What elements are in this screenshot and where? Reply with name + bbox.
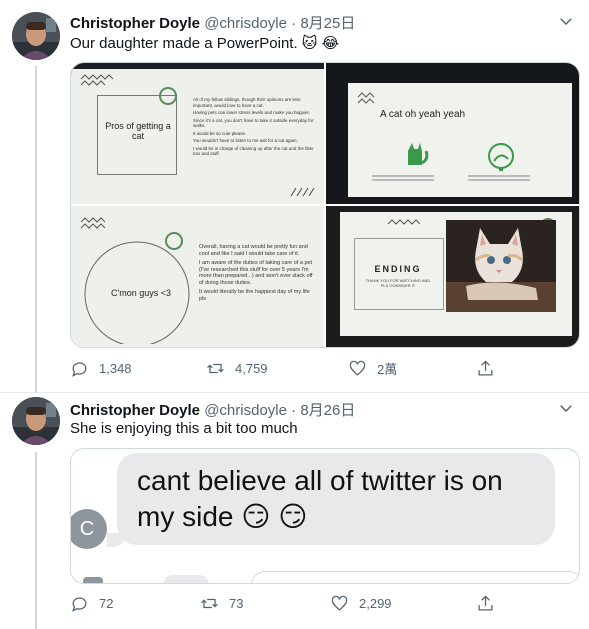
like-count: 2,299 bbox=[359, 596, 392, 611]
bullet: All of my fellow siblings, though their … bbox=[193, 97, 301, 108]
heart-icon bbox=[349, 360, 366, 376]
bullet: It would literally be the happiest day o… bbox=[199, 289, 310, 302]
photo-slide-cmon[interactable]: C'mon guys <3 Overall, having a cat woul… bbox=[71, 206, 324, 347]
tweet-text: Our daughter made a PowerPoint. 🐱 😂 bbox=[70, 35, 340, 52]
like-count: 2萬 bbox=[377, 362, 398, 377]
tweet-date[interactable]: 8月25日 bbox=[300, 15, 355, 32]
squiggle-decoration bbox=[80, 74, 114, 86]
chevron-down-icon[interactable] bbox=[557, 12, 575, 30]
photo-slide-cat[interactable]: A cat oh yeah yeah bbox=[326, 63, 579, 204]
slide-bullets: Overall, having a cat would be pretty fu… bbox=[199, 244, 317, 302]
photo-slide-ending[interactable]: ENDING THANK YOU FOR WATCHING AND PLS CO… bbox=[326, 206, 579, 347]
bullet: I would be in charge of cleaning up afte… bbox=[193, 145, 314, 157]
tweet-text: She is enjoying this a bit too much bbox=[70, 420, 298, 437]
share-icon bbox=[478, 595, 493, 611]
separator-dot: · bbox=[291, 402, 297, 419]
retweet-button[interactable]: 73 bbox=[200, 594, 243, 613]
avatar[interactable] bbox=[12, 397, 60, 445]
avatar[interactable] bbox=[12, 12, 60, 60]
bullet: Overall, having a cat would be pretty fu… bbox=[199, 244, 308, 257]
squiggle-decoration bbox=[80, 217, 106, 229]
media-image[interactable]: C cant believe all of twitter is on my s… bbox=[70, 448, 580, 584]
share-button[interactable] bbox=[476, 594, 495, 613]
squiggle-decoration bbox=[387, 219, 420, 225]
cat-icon bbox=[408, 143, 429, 165]
author-handle[interactable]: @chrisdoyle bbox=[204, 15, 287, 32]
tweet[interactable]: Christopher Doyle @chrisdoyle · 8月26日 Sh… bbox=[0, 392, 589, 629]
slide-title: A cat oh yeah yeah bbox=[380, 109, 466, 120]
retweet-button[interactable]: 4,759 bbox=[206, 359, 268, 378]
message-bubble: cant believe all of twitter is on my sid… bbox=[117, 453, 555, 545]
author-name[interactable]: Christopher Doyle bbox=[70, 402, 200, 419]
bullet: I am aware of the duties of taking care … bbox=[199, 260, 313, 286]
circle-decoration bbox=[165, 232, 183, 250]
kitten-photo bbox=[446, 220, 556, 312]
tweet-date[interactable]: 8月26日 bbox=[300, 402, 355, 419]
tweet[interactable]: Christopher Doyle @chrisdoyle · 8月25日 Ou… bbox=[0, 0, 589, 393]
retweet-icon bbox=[207, 363, 224, 374]
action-bar: 72 73 2,299 bbox=[70, 594, 550, 614]
retweet-count: 4,759 bbox=[235, 361, 268, 376]
bullet: Having pets can lower stress levels and … bbox=[193, 110, 311, 115]
message-text: cant believe all of twitter is on my sid… bbox=[137, 465, 503, 532]
message-avatar: C bbox=[71, 509, 107, 549]
stripes-decoration bbox=[290, 187, 315, 197]
pet-wheel-icon bbox=[488, 143, 514, 171]
avatar-photo bbox=[12, 12, 60, 60]
bullet: You wouldn't have to listen to me ask fo… bbox=[193, 138, 298, 143]
media-grid[interactable]: Pros of getting a cat All of my fellow s… bbox=[70, 62, 580, 348]
reply-button[interactable]: 72 bbox=[70, 594, 113, 613]
bullet: Since it's a cat, you don't have to take… bbox=[193, 117, 314, 129]
photo-slide-pros[interactable]: Pros of getting a cat All of my fellow s… bbox=[71, 63, 324, 204]
slide-frame bbox=[354, 238, 444, 310]
reply-icon bbox=[72, 362, 87, 377]
slide-title: Pros of getting a cat bbox=[105, 121, 171, 141]
slide-title: C'mon guys <3 bbox=[111, 288, 171, 298]
thread-line bbox=[35, 452, 37, 629]
avatar-photo bbox=[12, 397, 60, 445]
slide-subtitle: THANK YOU FOR WATCHING AND PLS CONSIDER … bbox=[365, 278, 431, 288]
thread-line bbox=[35, 66, 37, 392]
tweet-header: Christopher Doyle @chrisdoyle · 8月25日 bbox=[70, 12, 355, 33]
separator-dot: · bbox=[291, 15, 297, 32]
retweet-icon bbox=[201, 598, 218, 609]
reply-icon bbox=[72, 597, 87, 612]
bullet: It would be so cute please. bbox=[193, 130, 247, 136]
reply-count: 1,348 bbox=[99, 361, 132, 376]
action-bar: 1,348 4,759 2萬 bbox=[70, 359, 550, 379]
heart-icon bbox=[331, 595, 348, 611]
like-button[interactable]: 2萬 bbox=[348, 359, 397, 378]
slide-bullets: All of my fellow siblings, though their … bbox=[193, 97, 317, 157]
chevron-down-icon[interactable] bbox=[557, 399, 575, 417]
tweet-header: Christopher Doyle @chrisdoyle · 8月26日 bbox=[70, 399, 355, 420]
share-button[interactable] bbox=[476, 359, 495, 378]
reply-count: 72 bbox=[99, 596, 114, 611]
reply-button[interactable]: 1,348 bbox=[70, 359, 132, 378]
retweet-count: 73 bbox=[229, 596, 244, 611]
author-name[interactable]: Christopher Doyle bbox=[70, 15, 200, 32]
author-handle[interactable]: @chrisdoyle bbox=[204, 402, 287, 419]
share-icon bbox=[478, 360, 493, 376]
slide-title: ENDING bbox=[374, 264, 422, 274]
like-button[interactable]: 2,299 bbox=[330, 594, 392, 613]
circle-decoration bbox=[159, 87, 177, 105]
